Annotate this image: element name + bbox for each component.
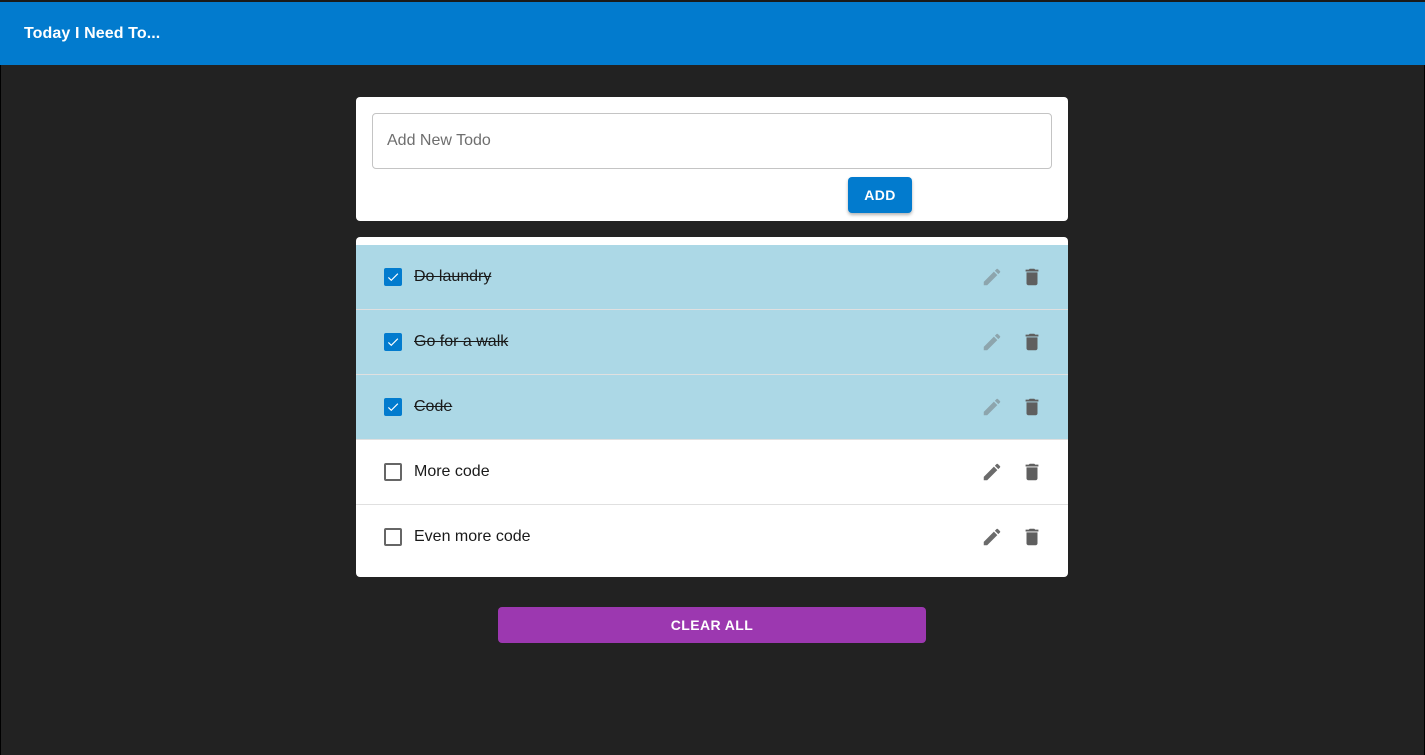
clear-all-button[interactable]: CLEAR ALL bbox=[498, 607, 926, 643]
todo-row: More code bbox=[356, 440, 1068, 505]
checkmark-icon bbox=[387, 403, 399, 412]
delete-button[interactable] bbox=[1018, 328, 1046, 356]
todo-row: Even more code bbox=[356, 505, 1068, 570]
todo-checkbox[interactable] bbox=[384, 463, 402, 481]
trash-icon bbox=[1025, 398, 1039, 416]
todo-checkbox[interactable] bbox=[384, 268, 402, 286]
todo-text: Go for a walk bbox=[414, 333, 509, 350]
todo-row: Go for a walk bbox=[356, 310, 1068, 375]
pencil-icon bbox=[983, 463, 1001, 481]
add-todo-input[interactable] bbox=[372, 113, 1052, 169]
edit-button[interactable] bbox=[978, 523, 1006, 551]
todo-checkbox[interactable] bbox=[384, 398, 402, 416]
todo-row: Do laundry bbox=[356, 245, 1068, 310]
trash-icon bbox=[1025, 528, 1039, 546]
delete-button[interactable] bbox=[1018, 393, 1046, 421]
edit-button[interactable] bbox=[978, 263, 1006, 291]
edit-button[interactable] bbox=[978, 393, 1006, 421]
pencil-icon bbox=[983, 398, 1001, 416]
todo-checkbox[interactable] bbox=[384, 528, 402, 546]
checkmark-icon bbox=[387, 338, 399, 347]
pencil-icon bbox=[983, 528, 1001, 546]
add-todo-card: ADD bbox=[356, 97, 1068, 221]
add-button[interactable]: ADD bbox=[848, 177, 912, 213]
todo-text: More code bbox=[414, 463, 490, 480]
pencil-icon bbox=[983, 268, 1001, 286]
checkmark-icon bbox=[387, 273, 399, 282]
app-bar: Today I Need To... bbox=[0, 0, 1425, 65]
app-title: Today I Need To... bbox=[24, 24, 161, 42]
trash-icon bbox=[1025, 333, 1039, 351]
todo-text: Code bbox=[414, 398, 453, 415]
todo-text: Do laundry bbox=[414, 268, 492, 285]
delete-button[interactable] bbox=[1018, 523, 1046, 551]
trash-icon bbox=[1025, 268, 1039, 286]
edit-button[interactable] bbox=[978, 328, 1006, 356]
pencil-icon bbox=[983, 333, 1001, 351]
todo-checkbox[interactable] bbox=[384, 333, 402, 351]
trash-icon bbox=[1025, 463, 1039, 481]
delete-button[interactable] bbox=[1018, 263, 1046, 291]
left-border bbox=[0, 65, 1, 755]
todo-list: Do laundry Go for a walk Code More code … bbox=[356, 237, 1068, 577]
edit-button[interactable] bbox=[978, 458, 1006, 486]
todo-text: Even more code bbox=[414, 528, 531, 545]
delete-button[interactable] bbox=[1018, 458, 1046, 486]
todo-row: Code bbox=[356, 375, 1068, 440]
